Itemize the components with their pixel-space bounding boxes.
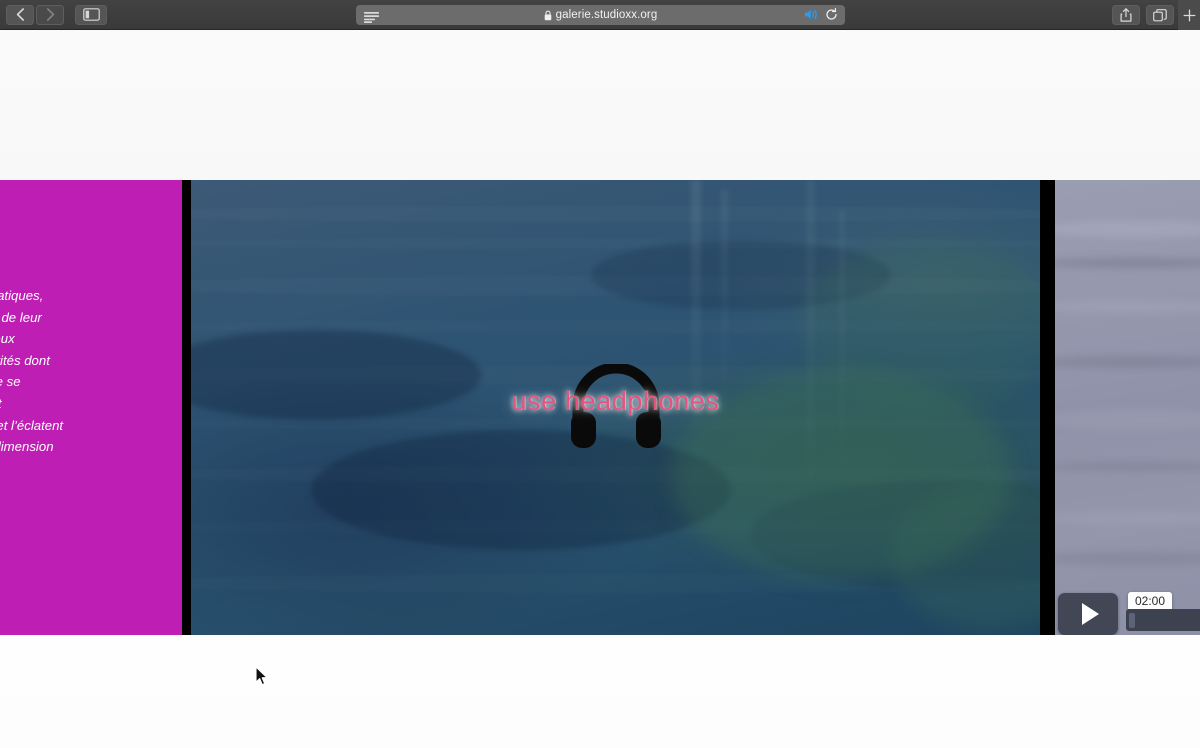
back-button[interactable] — [6, 4, 34, 25]
gallery-stage: …une de ces pratiques, … la complexité d… — [0, 180, 1200, 635]
address-bar-center: galerie.studioxx.org — [356, 9, 845, 21]
forward-button[interactable] — [36, 4, 64, 25]
scrubber-track[interactable] — [1126, 609, 1200, 631]
speaker-wave-icon — [805, 9, 817, 20]
toolbar-right-actions — [1112, 0, 1200, 30]
sidebar-toggle-button[interactable] — [75, 4, 107, 25]
play-triangle-icon — [1082, 603, 1099, 625]
mouse-cursor — [255, 666, 268, 686]
video-controls: 02:00 — [1058, 583, 1200, 635]
quote-text: …une de ces pratiques, … la complexité d… — [0, 288, 64, 455]
sidebar-icon — [82, 8, 100, 21]
share-icon — [1120, 8, 1132, 22]
address-bar-container: galerie.studioxx.org — [356, 5, 845, 25]
use-headphones-label: use headphones — [511, 386, 720, 416]
browser-toolbar: galerie.studioxx.org — [0, 0, 1200, 30]
audio-speaker-icon[interactable] — [804, 8, 819, 26]
web-page-content: …une de ces pratiques, … la complexité d… — [0, 30, 1200, 748]
tab-overview-button[interactable] — [1146, 5, 1174, 25]
play-button[interactable] — [1058, 593, 1118, 635]
navigation-buttons — [6, 4, 64, 25]
lock-icon — [544, 10, 551, 20]
address-bar-actions — [804, 7, 838, 26]
reload-arrow-icon — [826, 7, 837, 20]
chevron-right-icon — [46, 8, 54, 21]
reload-icon[interactable] — [825, 7, 838, 26]
headphones-overlay: use headphones — [191, 364, 1040, 454]
quote-slide-panel[interactable]: …une de ces pratiques, … la complexité d… — [0, 180, 182, 635]
new-tab-button[interactable] — [1178, 0, 1200, 30]
scrubber-container: 02:00 — [1126, 591, 1200, 635]
plus-icon — [1183, 9, 1195, 21]
next-slide-panel[interactable] — [1055, 180, 1200, 635]
slide-divider-right — [1040, 180, 1055, 635]
slide-divider-left — [182, 180, 191, 635]
address-bar[interactable]: galerie.studioxx.org — [356, 5, 845, 25]
share-button[interactable] — [1112, 5, 1140, 25]
scrubber-progress — [1129, 613, 1135, 628]
quote-author: …lou Craft — [0, 482, 182, 504]
url-text: galerie.studioxx.org — [555, 9, 658, 21]
tabs-icon — [1153, 8, 1167, 21]
video-slide[interactable]: use headphones — [191, 180, 1040, 635]
chevron-left-icon — [16, 8, 24, 21]
